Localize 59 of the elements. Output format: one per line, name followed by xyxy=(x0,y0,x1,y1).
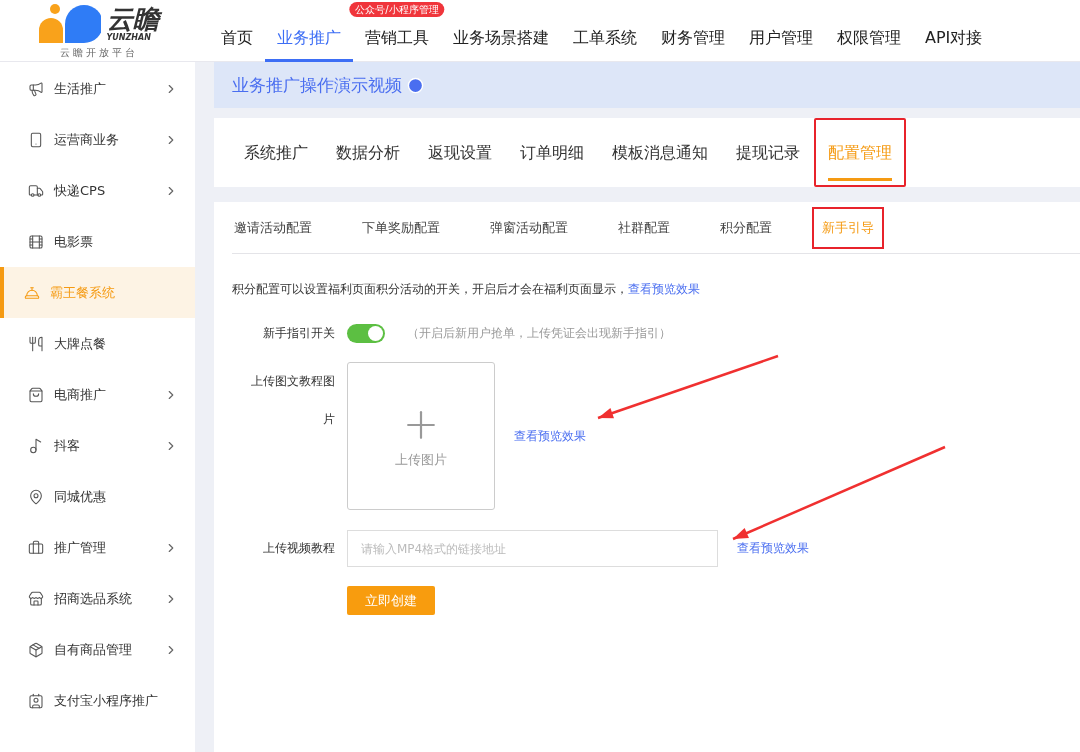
tab[interactable]: 提现记录 xyxy=(722,118,814,187)
logo-latin: YUNZHAN xyxy=(106,33,151,42)
nav-item[interactable]: 首页 xyxy=(209,17,265,62)
field-label: 上传图文教程图 片 xyxy=(250,373,336,428)
tab[interactable]: 系统推广 xyxy=(230,118,322,187)
sub-tab[interactable]: 下单奖励配置 xyxy=(352,206,450,249)
sub-tab[interactable]: 社群配置 xyxy=(608,206,680,249)
preview-link[interactable]: 查看预览效果 xyxy=(737,540,809,557)
field-label: 新手指引开关 xyxy=(262,325,336,342)
logo-tagline: 云 瞻 开 放 平 台 xyxy=(59,45,136,60)
menu-icon xyxy=(28,641,44,658)
sidebar-item[interactable]: 大牌点餐 xyxy=(0,318,195,369)
sub-tab[interactable]: 邀请活动配置 xyxy=(224,206,322,249)
preview-link[interactable]: 查看预览效果 xyxy=(514,428,586,445)
nav-item[interactable]: 业务场景搭建 xyxy=(441,17,561,62)
nav-item[interactable]: 营销工具 xyxy=(353,17,441,62)
sidebar-item[interactable]: 同城优惠 xyxy=(0,471,195,522)
sub-tab[interactable]: 弹窗活动配置 xyxy=(480,206,578,249)
nav-item[interactable]: 权限管理 xyxy=(825,17,913,62)
sidebar-item[interactable]: 电商推广 xyxy=(0,369,195,420)
tab[interactable]: 数据分析 xyxy=(322,118,414,187)
banner-title[interactable]: 业务推广操作演示视频 xyxy=(232,73,402,97)
menu-icon xyxy=(28,386,44,403)
menu-icon xyxy=(28,437,44,454)
sidebar-item[interactable]: 电影票 xyxy=(0,216,195,267)
sidebar-item[interactable]: 推广管理 xyxy=(0,522,195,573)
nav-item[interactable]: API对接 xyxy=(913,17,995,62)
menu-icon xyxy=(28,233,44,250)
menu-icon xyxy=(28,182,44,199)
nav-badge: 公众号/小程序管理 xyxy=(349,1,445,17)
nav-item[interactable]: 用户管理 xyxy=(737,17,825,62)
video-url-field[interactable]: 请输入MP4格式的链接地址 xyxy=(347,530,718,567)
sidebar-item[interactable]: 自有商品管理 xyxy=(0,624,195,675)
sidebar-item[interactable]: 招商选品系统 xyxy=(0,573,195,624)
menu-icon xyxy=(28,590,44,607)
toggle-switch[interactable] xyxy=(347,324,385,343)
menu-icon xyxy=(24,284,40,301)
sidebar-item[interactable]: 抖客 xyxy=(0,420,195,471)
tab[interactable]: 模板消息通知 xyxy=(598,118,722,187)
field-label: 上传视频教程 xyxy=(262,540,336,557)
sidebar-item[interactable]: 支付宝小程序推广 xyxy=(0,675,195,726)
menu-icon xyxy=(28,335,44,352)
nav-item[interactable]: 财务管理 xyxy=(649,17,737,62)
tab[interactable]: 返现设置 xyxy=(414,118,506,187)
sub-tab[interactable]: 积分配置 xyxy=(710,206,782,249)
menu-icon xyxy=(28,488,44,505)
menu-icon xyxy=(28,539,44,556)
menu-icon xyxy=(28,692,44,709)
menu-icon xyxy=(28,131,44,148)
menu-icon xyxy=(28,80,44,97)
nav-item[interactable]: 工单系统 xyxy=(561,17,649,62)
sidebar-item[interactable]: 快递CPS xyxy=(0,165,195,216)
logo-icon xyxy=(36,3,101,44)
preview-link[interactable]: 查看预览效果 xyxy=(628,282,700,296)
tab[interactable]: 订单明细 xyxy=(506,118,598,187)
sidebar-item[interactable]: 生活推广 xyxy=(0,63,195,114)
sidebar-item[interactable]: 运营商业务 xyxy=(0,114,195,165)
description-text: 积分配置可以设置福利页面积分活动的开关，开启后才会在福利页面显示，查看预览效果 xyxy=(232,281,701,298)
hint-text: （开启后新用户抢单，上传凭证会出现新手指引） xyxy=(407,326,671,341)
